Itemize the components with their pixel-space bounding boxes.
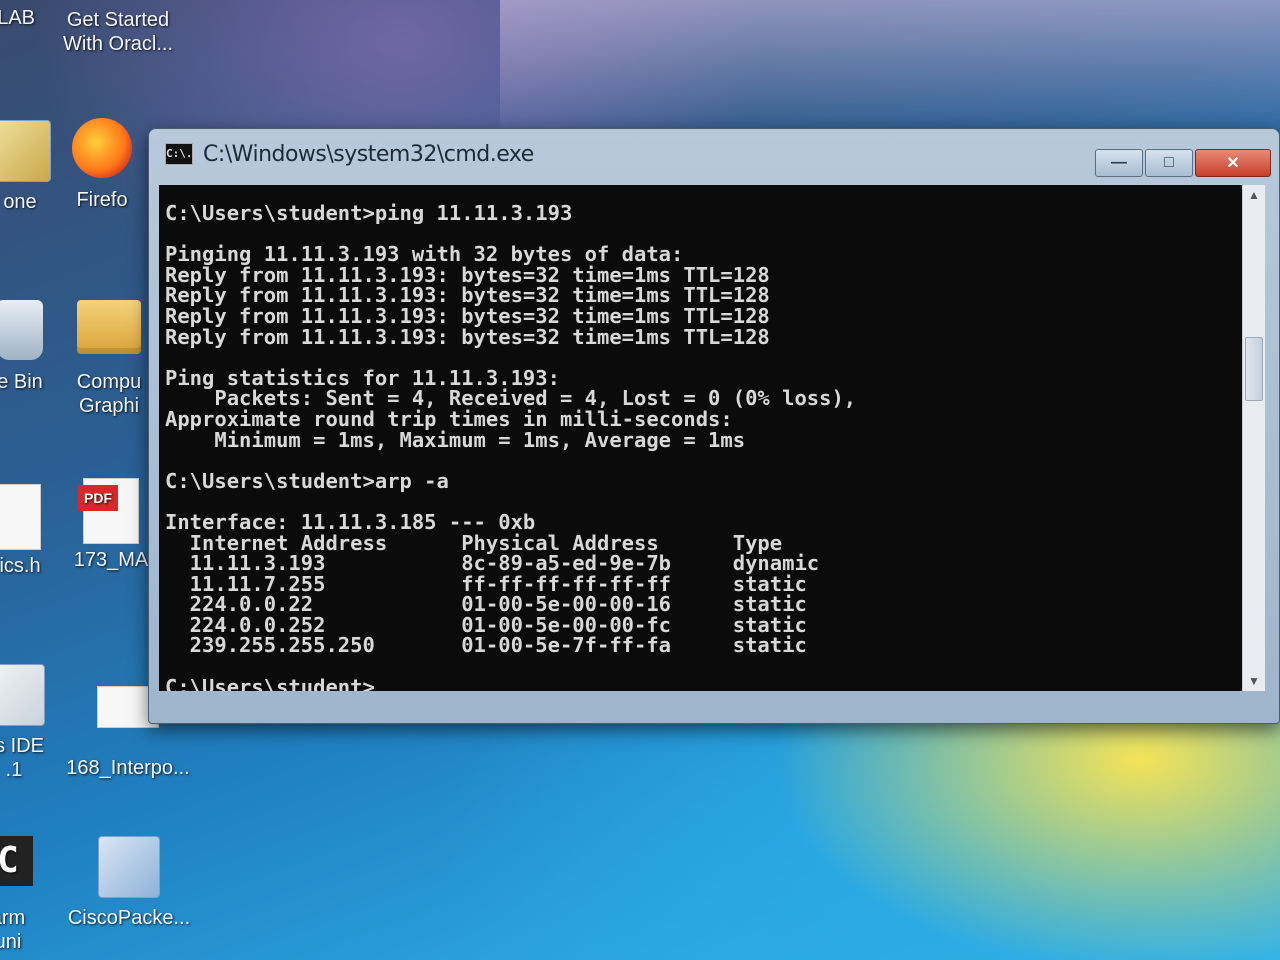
scroll-up-arrow-icon[interactable]: ▲ — [1243, 185, 1265, 205]
desktop-icon-matlab[interactable]: TLAB — [0, 6, 50, 30]
desktop-icon-label: 168_Interpo... — [66, 757, 190, 779]
console-line: Approximate round trip times in milli-se… — [165, 406, 733, 431]
folder-icon — [77, 300, 141, 364]
desktop-icon-firefox[interactable]: Firefo — [52, 118, 152, 212]
console-line: Reply from 11.11.3.193: bytes=32 time=1m… — [165, 324, 770, 349]
firefox-icon — [70, 118, 134, 182]
desktop-icon-label: Get Started — [66, 9, 170, 31]
desktop-icon-label: TLAB — [0, 7, 36, 29]
ide-icon — [0, 664, 46, 728]
pycharm-icon: C — [0, 836, 40, 900]
window-controls: — □ ✕ — [1095, 149, 1271, 177]
console-line: Ping statistics for 11.11.3.193: — [165, 365, 560, 390]
installer-icon — [97, 836, 161, 900]
desktop-icon-label: arm — [0, 907, 26, 929]
console-line: 11.11.3.193 8c-89-a5-ed-9e-7b dynamic — [165, 551, 820, 576]
console-line: Packets: Sent = 4, Received = 4, Lost = … — [165, 386, 857, 411]
close-button[interactable]: ✕ — [1195, 149, 1271, 177]
console-line: Internet Address Physical Address Type — [165, 530, 783, 555]
pdf-tag: PDF — [78, 485, 118, 511]
screen-glare — [500, 0, 1280, 140]
console-line: Reply from 11.11.3.193: bytes=32 time=1m… — [165, 283, 770, 308]
minimize-button[interactable]: — — [1095, 149, 1143, 177]
desktop-icon-label: Firefo — [76, 189, 128, 211]
cmd-icon[interactable]: C:\. — [165, 143, 193, 165]
console-line: 224.0.0.252 01-00-5e-00-00-fc static — [165, 612, 807, 637]
console-line: Minimum = 1ms, Maximum = 1ms, Average = … — [165, 427, 746, 452]
maximize-button[interactable]: □ — [1145, 149, 1193, 177]
shield-icon — [0, 120, 52, 184]
desktop-icon-cisco-packet-tracer[interactable]: CiscoPacke... — [64, 836, 194, 930]
console-line: C:\Users\student>arp -a — [165, 468, 449, 493]
console-line: Reply from 11.11.3.193: bytes=32 time=1m… — [165, 303, 770, 328]
window-titlebar[interactable]: C:\. C:\Windows\system32\cmd.exe — □ ✕ — [149, 129, 1279, 179]
cmd-window[interactable]: C:\. C:\Windows\system32\cmd.exe — □ ✕ C… — [148, 128, 1280, 724]
file-icon — [0, 484, 52, 550]
console-prompt-line[interactable]: C:\Users\student> — [165, 674, 1243, 691]
desktop-icon-pycharm[interactable]: C arm uni — [0, 836, 68, 954]
console-line: 11.11.7.255 ff-ff-ff-ff-ff-ff static — [165, 571, 807, 596]
desktop-icon-label: With Oracl... — [62, 33, 173, 55]
vertical-scrollbar[interactable]: ▲ ▼ — [1242, 185, 1265, 691]
scroll-thumb[interactable] — [1245, 337, 1263, 401]
console-prompt: C:\Users\student> — [165, 674, 375, 691]
console-output[interactable]: C:\Users\student>ping 11.11.3.193 Pingin… — [159, 185, 1243, 691]
scroll-down-arrow-icon[interactable]: ▼ — [1243, 671, 1265, 691]
pdf-icon: PDF — [78, 478, 143, 544]
console-line: Interface: 11.11.3.185 --- 0xb — [165, 509, 536, 534]
desktop-icon-label: CiscoPacke... — [67, 907, 191, 929]
desktop-icon-label: uni — [0, 931, 22, 953]
console-line: Reply from 11.11.3.193: bytes=32 time=1m… — [165, 262, 770, 287]
recycle-bin-icon — [0, 300, 52, 364]
desktop-icon-get-started-oracle[interactable]: Get Started With Oracl... — [58, 8, 178, 56]
window-title: C:\Windows\system32\cmd.exe — [203, 141, 534, 167]
console-line: Pinging 11.11.3.193 with 32 bytes of dat… — [165, 242, 684, 267]
console-line: 224.0.0.22 01-00-5e-00-00-16 static — [165, 592, 807, 617]
console-line: C:\Users\student>ping 11.11.3.193 — [165, 201, 573, 225]
console-line: 239.255.255.250 01-00-5e-7f-ff-fa static — [165, 633, 807, 658]
